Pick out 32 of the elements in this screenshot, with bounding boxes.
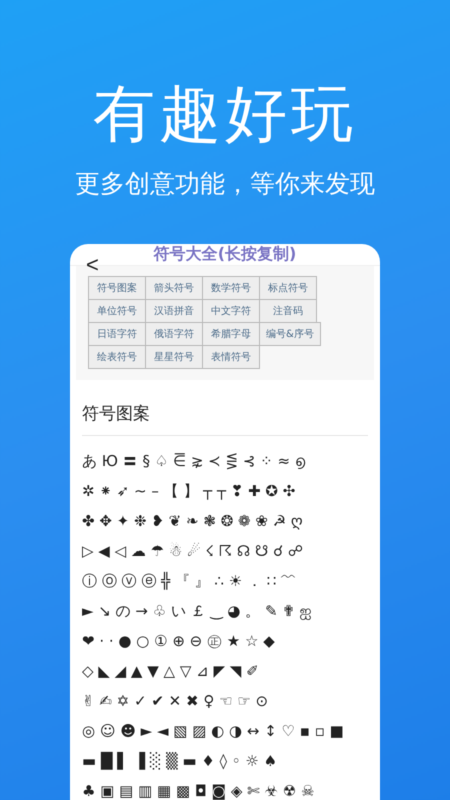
screen-title: 符号大全(长按复制) (154, 244, 296, 265)
headline: 有趣好玩 (93, 78, 357, 150)
category-button[interactable]: 中文字符 (202, 299, 260, 323)
symbol-row[interactable]: ♣ ▣ ▤ ▥ ▦ ▩ ◘ ◙ ◈ ✄ ☣ ☢ ☠ (82, 778, 370, 800)
symbol-row[interactable]: ► ↘ の → ♧ い ￡ ‿ ◕ 。 ✎ ✟ ஐ (82, 598, 370, 624)
symbol-row[interactable]: あ Ю 〓 § ♤ ⋶ ⋧ ≺ ⋚ ⊰ ⁘ ≈ ൭ (82, 448, 370, 474)
symbol-row[interactable]: ◎ ☺ ☻ ► ◄ ▧ ▨ ◐ ◑ ↔ ↕ ♡ ▪ ▫ ■ (82, 718, 370, 744)
category-button[interactable]: 箭头符号 (145, 276, 203, 300)
back-button[interactable]: < (82, 252, 103, 278)
category-button[interactable]: 单位符号 (88, 299, 146, 323)
category-button[interactable]: 俄语字符 (145, 322, 203, 346)
symbol-row[interactable]: ⓘ ⓞ ⓥ ⓔ ╬ 『 』 ∴ ☀ ． ∷ ﹌ (82, 568, 370, 594)
symbol-row[interactable]: ▬ █ ▌ ▐ ░ ▒ ▬ ♦ ◊ ◦ ☼ ♠ (82, 748, 370, 774)
category-button[interactable]: 数学符号 (202, 276, 260, 300)
symbol-row[interactable]: ◇ ◣ ◢ ▲ ▼ △ ▽ ⊿ ◤ ◥ ✐ (82, 658, 370, 684)
category-button[interactable]: 绘表符号 (88, 345, 146, 369)
symbol-row[interactable]: ✌ ✍ ✡ ✓ ✔ ✕ ✖ ♀ ☜ ☞ ⊙ (82, 688, 370, 714)
section-title: 符号图案 (82, 402, 368, 436)
category-button[interactable]: 日语字符 (88, 322, 146, 346)
symbol-row[interactable]: ▷ ◀ ◁ ☁ ☂ ☃ ☄ ☇ ☈ ☊ ☋ ☌ ☍ (82, 538, 370, 564)
category-button[interactable]: 标点符号 (259, 276, 317, 300)
subtitle: 更多创意功能，等你来发现 (75, 168, 375, 200)
category-button[interactable]: 希腊字母 (202, 322, 260, 346)
symbol-row[interactable]: ✤ ✥ ✦ ❉ ❥ ❦ ❧ ❃ ❂ ❁ ❀ ☭ ღ (82, 508, 370, 534)
symbol-row[interactable]: ✲ ⁕ ➶ ~ – 【 】 ┬ ┬ ❣ ✚ ✪ ✣ (82, 478, 370, 504)
category-button[interactable]: 编号&序号 (259, 322, 321, 346)
symbol-row[interactable]: ❤ · · ● ○ ① ⊕ ⊖ ㊣ ★ ☆ ◆ (82, 628, 370, 654)
category-button[interactable]: 汉语拼音 (145, 299, 203, 323)
category-button[interactable]: 注音码 (259, 299, 317, 323)
category-button[interactable]: 符号图案 (88, 276, 146, 300)
category-button[interactable]: 表情符号 (202, 345, 260, 369)
category-button[interactable]: 星星符号 (145, 345, 203, 369)
